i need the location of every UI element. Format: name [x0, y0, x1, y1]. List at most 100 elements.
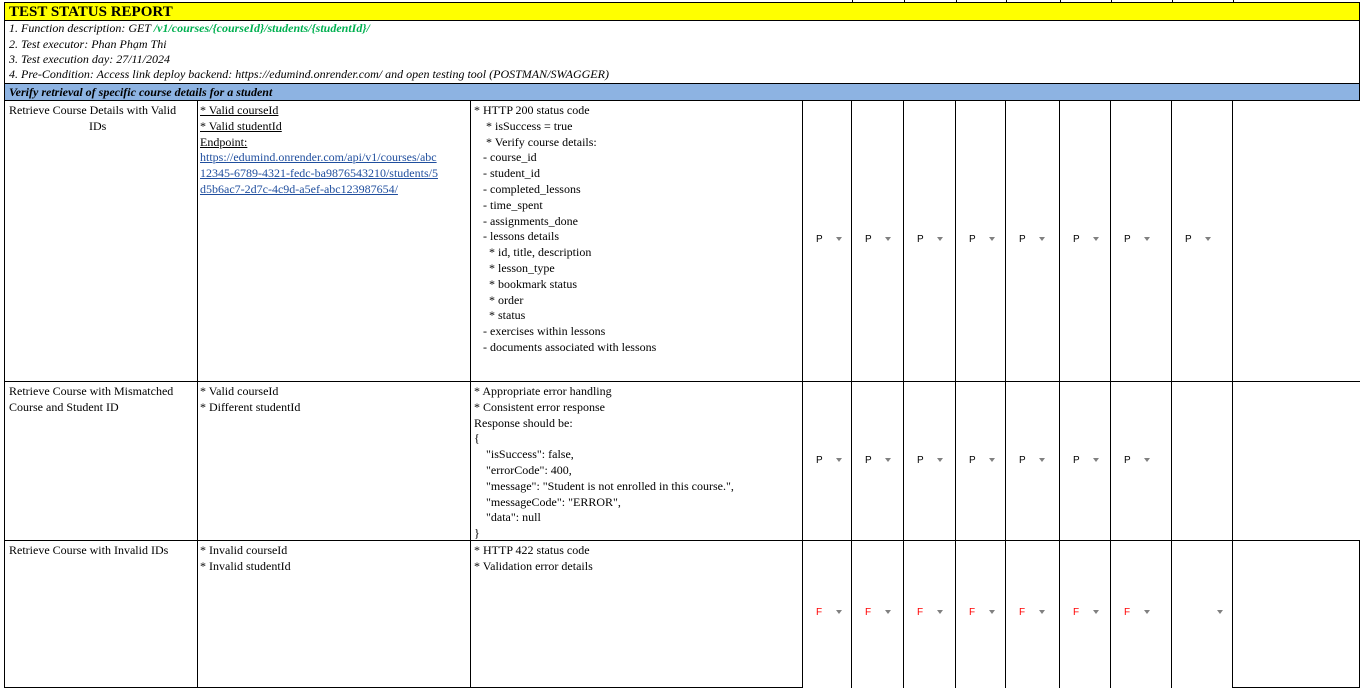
chevron-down-icon[interactable] [989, 610, 995, 614]
result-dropdown[interactable]: P [1185, 234, 1211, 246]
result-dropdown[interactable]: P [1073, 234, 1099, 246]
chevron-down-icon[interactable] [937, 610, 943, 614]
input-item: * Invalid courseId [200, 543, 288, 557]
result-cell [1233, 541, 1360, 688]
expected-result-cell: * HTTP 200 status code * isSuccess = tru… [471, 101, 803, 382]
result-value: P [1124, 234, 1131, 245]
chevron-down-icon[interactable] [1144, 458, 1150, 462]
report-title: TEST STATUS REPORT [4, 2, 1360, 21]
result-value: P [816, 234, 823, 245]
chevron-down-icon[interactable] [836, 610, 842, 614]
result-value: P [1185, 234, 1192, 245]
endpoint-link[interactable]: d5b6ac7-2d7c-4c9d-a5ef-abc123987654/ [200, 182, 398, 196]
result-dropdown[interactable]: F [969, 607, 995, 619]
result-dropdown[interactable]: F [917, 607, 943, 619]
result-dropdown[interactable]: F [1124, 607, 1150, 619]
test-execution-day: 3. Test execution day: 27/11/2024 [4, 52, 1360, 67]
chevron-down-icon[interactable] [1205, 237, 1211, 241]
chevron-down-icon[interactable] [885, 610, 891, 614]
result-value: P [917, 455, 924, 466]
chevron-down-icon[interactable] [1144, 237, 1150, 241]
chevron-down-icon[interactable] [885, 237, 891, 241]
result-value: F [1073, 607, 1080, 618]
result-dropdown[interactable]: P [1019, 234, 1045, 246]
endpoint-link[interactable]: 12345-6789-4321-fedc-ba9876543210/studen… [200, 166, 438, 180]
result-value: F [917, 607, 924, 618]
test-input-cell: * Invalid courseId * Invalid studentId [198, 541, 471, 688]
expected-result-cell: * HTTP 422 status code * Validation erro… [471, 541, 803, 688]
test-case-name-line: Retrieve Course Details with Valid [9, 103, 177, 117]
result-value: P [816, 455, 823, 466]
chevron-down-icon[interactable] [836, 237, 842, 241]
chevron-down-icon[interactable] [1039, 610, 1045, 614]
chevron-down-icon[interactable] [937, 458, 943, 462]
test-case-name-cell: Retrieve Course Details with Valid IDs [4, 101, 198, 382]
chevron-down-icon[interactable] [1144, 610, 1150, 614]
test-input: * Invalid courseId * Invalid studentId [198, 541, 470, 575]
result-value: F [816, 607, 823, 618]
result-dropdown[interactable]: F [816, 607, 842, 619]
test-input-cell: * Valid courseId * Valid studentId Endpo… [198, 101, 471, 382]
chevron-down-icon[interactable] [1093, 237, 1099, 241]
result-value: F [1019, 607, 1026, 618]
function-description: 1. Function description: GET /v1/courses… [4, 21, 1360, 37]
result-value: P [1124, 455, 1131, 466]
chevron-down-icon[interactable] [1039, 458, 1045, 462]
result-dropdown[interactable]: P [969, 455, 995, 467]
result-dropdown[interactable]: P [816, 455, 842, 467]
result-dropdown[interactable]: P [865, 455, 891, 467]
chevron-down-icon[interactable] [1093, 610, 1099, 614]
chevron-down-icon[interactable] [836, 458, 842, 462]
expected-result: * HTTP 422 status code * Validation erro… [474, 543, 593, 573]
test-case-name: Retrieve Course Details with Valid IDs [5, 101, 197, 135]
result-dropdown[interactable]: P [865, 234, 891, 246]
function-description-label: 1. Function description: GET [9, 21, 154, 35]
result-cell [1233, 101, 1360, 382]
result-dropdown[interactable]: P [917, 234, 943, 246]
chevron-down-icon[interactable] [1093, 458, 1099, 462]
chevron-down-icon[interactable] [1217, 610, 1223, 614]
test-case-name-line: Course and Student ID [9, 399, 119, 414]
input-item: * Different studentId [200, 399, 301, 414]
result-dropdown[interactable]: P [1124, 234, 1150, 246]
result-value: P [969, 234, 976, 245]
result-dropdown[interactable]: F [865, 607, 891, 619]
test-case-name-cell: Retrieve Course with Invalid IDs [4, 541, 198, 688]
result-value: P [865, 234, 872, 245]
result-dropdown[interactable]: P [1073, 455, 1099, 467]
test-input-cell: * Valid courseId * Different studentId [198, 382, 471, 541]
chevron-down-icon[interactable] [989, 237, 995, 241]
section-header: Verify retrieval of specific course deta… [4, 83, 1360, 101]
result-dropdown[interactable]: P [969, 234, 995, 246]
expected-result: * Appropriate error handling * Consisten… [474, 384, 734, 541]
input-item: * Valid courseId [200, 384, 279, 398]
result-cell [1233, 382, 1360, 541]
expected-result: * HTTP 200 status code * isSuccess = tru… [474, 103, 657, 354]
chevron-down-icon[interactable] [937, 237, 943, 241]
test-executor: 2. Test executor: Phan Phạm Thi [4, 37, 1360, 52]
result-dropdown[interactable]: P [1124, 455, 1150, 467]
result-value: P [917, 234, 924, 245]
result-value: F [969, 607, 976, 618]
result-value: P [865, 455, 872, 466]
input-item: * Valid studentId [200, 118, 282, 133]
chevron-down-icon[interactable] [1039, 237, 1045, 241]
result-dropdown[interactable]: P [917, 455, 943, 467]
test-input: * Valid courseId * Different studentId [198, 382, 470, 416]
input-item: * Invalid studentId [200, 558, 291, 573]
result-dropdown[interactable]: F [1073, 607, 1099, 619]
result-dropdown[interactable]: P [1019, 455, 1045, 467]
test-case-name-line: IDs [89, 118, 107, 133]
endpoint-label: Endpoint: [200, 134, 248, 149]
result-value: P [1073, 455, 1080, 466]
chevron-down-icon[interactable] [989, 458, 995, 462]
result-dropdown[interactable]: P [816, 234, 842, 246]
result-dropdown[interactable]: F [1019, 607, 1045, 619]
expected-result-cell: * Appropriate error handling * Consisten… [471, 382, 803, 541]
result-value: P [969, 455, 976, 466]
endpoint-link[interactable]: https://edumind.onrender.com/api/v1/cour… [200, 150, 437, 164]
result-dropdown[interactable] [1185, 607, 1223, 619]
result-value: P [1073, 234, 1080, 245]
function-path: /v1/courses/{courseId}/students/{student… [153, 21, 370, 35]
chevron-down-icon[interactable] [885, 458, 891, 462]
